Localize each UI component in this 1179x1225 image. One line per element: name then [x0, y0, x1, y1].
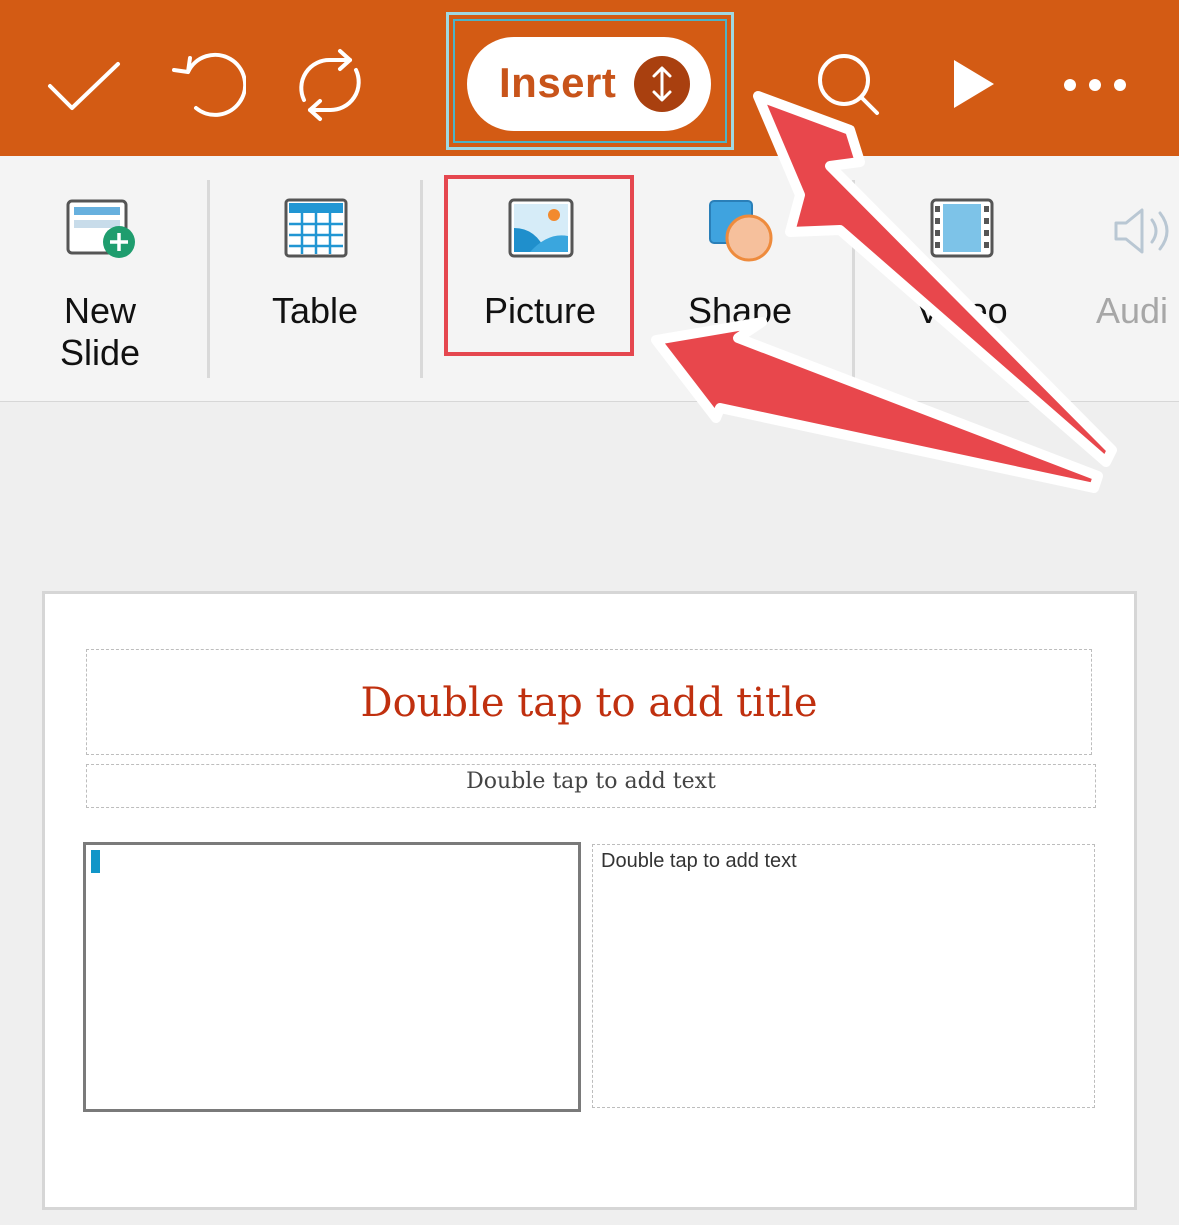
- picture-highlight-box: [444, 175, 634, 356]
- audio-icon: [1114, 208, 1169, 254]
- content-placeholder-right[interactable]: Double tap to add text: [592, 844, 1095, 1108]
- undo-icon[interactable]: [170, 50, 246, 118]
- table-button[interactable]: Table: [235, 156, 395, 401]
- insert-label: Insert: [499, 59, 617, 106]
- table-label: Table: [271, 290, 359, 331]
- new-slide-button[interactable]: New Slide: [20, 156, 180, 401]
- play-icon[interactable]: [950, 58, 996, 110]
- insert-tab-button[interactable]: Insert: [467, 37, 711, 131]
- audio-button[interactable]: Audi: [1096, 156, 1179, 401]
- ribbon-separator: [420, 180, 423, 378]
- more-icon[interactable]: [1060, 75, 1130, 95]
- content-placeholder-left[interactable]: [83, 842, 581, 1112]
- slide-canvas[interactable]: Double tap to add title Double tap to ad…: [42, 591, 1137, 1210]
- new-slide-icon: [66, 199, 135, 258]
- subtitle-placeholder[interactable]: Double tap to add text: [86, 764, 1096, 808]
- video-label: Video: [916, 290, 1008, 331]
- shape-button[interactable]: Shape: [660, 156, 820, 401]
- new-slide-label: New Slide: [59, 290, 141, 373]
- text-cursor: [91, 850, 100, 873]
- title-placeholder[interactable]: Double tap to add title: [86, 649, 1092, 755]
- search-icon[interactable]: [814, 52, 884, 118]
- video-icon: [930, 198, 994, 258]
- checkmark-icon[interactable]: [46, 58, 122, 114]
- shape-label: Shape: [687, 290, 793, 331]
- ribbon-separator: [852, 180, 855, 378]
- ribbon-separator: [207, 180, 210, 378]
- shape-icon: [709, 200, 773, 262]
- tab-switch-icon[interactable]: [634, 56, 690, 112]
- sync-icon[interactable]: [290, 48, 370, 122]
- table-icon: [284, 198, 348, 258]
- audio-label: Audi: [1096, 290, 1169, 331]
- video-button[interactable]: Video: [882, 156, 1042, 401]
